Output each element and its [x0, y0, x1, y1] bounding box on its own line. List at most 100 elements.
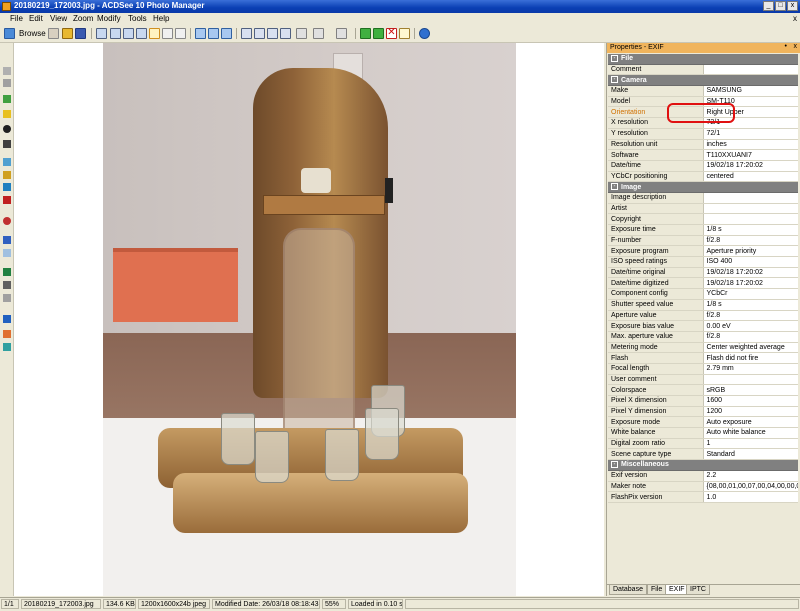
property-value[interactable]: 2.79 mm	[703, 363, 798, 375]
tool-brush-icon[interactable]	[3, 330, 11, 338]
property-value[interactable]: YCbCr	[703, 288, 798, 300]
property-row[interactable]: Metering mode Center weighted average	[608, 342, 798, 354]
property-value[interactable]: 1600	[703, 395, 798, 407]
property-row[interactable]: Date/time original 19/02/18 17:20:02	[608, 267, 798, 279]
collapse-icon[interactable]: -	[611, 461, 618, 469]
property-value[interactable]: 1/8 s	[703, 224, 798, 236]
property-row[interactable]: Copyright	[608, 213, 798, 225]
tool-resize-icon[interactable]	[3, 268, 11, 276]
property-row[interactable]: Max. aperture value f/2.8	[608, 331, 798, 343]
property-row[interactable]: Component config YCbCr	[608, 288, 798, 300]
pin-icon[interactable]: •	[785, 43, 787, 50]
section-header-miscellaneous[interactable]: - Miscellaneous	[608, 459, 798, 471]
section-header-cell[interactable]: - Image	[608, 181, 798, 193]
property-value[interactable]: ISO 400	[703, 256, 798, 268]
property-row[interactable]: Flash Flash did not fire	[608, 352, 798, 364]
filmstrip-icon[interactable]	[110, 28, 121, 39]
close-window-button[interactable]: x	[787, 1, 798, 11]
tool-eye-icon[interactable]	[3, 217, 11, 225]
property-value[interactable]: f/2.8	[703, 331, 798, 343]
go-forward-icon[interactable]	[373, 28, 384, 39]
maximize-button[interactable]: □	[775, 1, 786, 11]
tool-misc-icon[interactable]	[3, 343, 11, 351]
zoom-menu-icon[interactable]	[280, 28, 291, 39]
menu-close-button[interactable]: x	[793, 14, 797, 23]
tab-iptc[interactable]: IPTC	[686, 585, 710, 595]
rotate-right-icon[interactable]	[208, 28, 219, 39]
property-value[interactable]: sRGB	[703, 384, 798, 396]
flip-icon[interactable]	[221, 28, 232, 39]
menu-zoom[interactable]: Zoom	[73, 14, 93, 23]
section-header-cell[interactable]: - File	[608, 54, 798, 65]
property-row[interactable]: Comment	[608, 64, 798, 76]
property-value[interactable]: 19/02/18 17:20:02	[703, 267, 798, 279]
zoom-in-icon[interactable]	[241, 28, 252, 39]
help-icon[interactable]	[419, 28, 430, 39]
property-value[interactable]: Standard	[703, 448, 798, 461]
property-value[interactable]	[703, 64, 798, 76]
property-value[interactable]: Center weighted average	[703, 342, 798, 354]
tool-light-icon[interactable]	[3, 110, 11, 118]
tool-color-icon[interactable]	[3, 95, 11, 103]
collapse-icon[interactable]: -	[611, 55, 618, 62]
tool-contrast-icon[interactable]	[3, 125, 11, 133]
tool-crop-icon[interactable]	[3, 281, 11, 289]
property-value[interactable]: inches	[703, 139, 798, 151]
property-row[interactable]: FlashPix version 1.0	[608, 491, 798, 503]
property-value[interactable]	[703, 213, 798, 225]
menu-tools[interactable]: Tools	[128, 14, 147, 23]
property-value[interactable]: centered	[703, 171, 798, 183]
collapse-icon[interactable]: -	[611, 76, 618, 84]
property-value[interactable]: 1/8 s	[703, 299, 798, 311]
property-row[interactable]: Focal length 2.79 mm	[608, 363, 798, 375]
property-value[interactable]: {08,00,01,00,07,00,04,00,00,00,30,31...	[703, 481, 798, 493]
full-screen-icon[interactable]	[136, 28, 147, 39]
property-value[interactable]: 1200	[703, 406, 798, 418]
property-row[interactable]: Exposure bias value 0.00 eV	[608, 320, 798, 332]
property-value[interactable]: Auto exposure	[703, 416, 798, 429]
property-row[interactable]: Exposure mode Auto exposure	[608, 416, 798, 429]
property-value[interactable]: f/2.8	[703, 310, 798, 322]
settings-icon[interactable]	[336, 28, 347, 39]
section-header-cell[interactable]: - Camera	[608, 74, 798, 87]
property-value[interactable]: f/2.8	[703, 235, 798, 247]
property-row[interactable]: Y resolution 72/1	[608, 128, 798, 140]
property-value[interactable]	[703, 203, 798, 215]
property-row[interactable]: Exposure program Aperture priority	[608, 245, 798, 258]
property-value[interactable]: 19/02/18 17:20:02	[703, 277, 798, 290]
property-value[interactable]: 1	[703, 438, 798, 450]
zoom-out-icon[interactable]	[254, 28, 265, 39]
menu-edit[interactable]: Edit	[29, 14, 43, 23]
property-row[interactable]: Digital zoom ratio 1	[608, 438, 798, 450]
property-value[interactable]: 2.2	[703, 470, 798, 482]
tool-redeye-icon[interactable]	[3, 140, 11, 148]
browse-icon[interactable]	[4, 28, 15, 39]
tool-batch-icon[interactable]	[3, 79, 11, 87]
property-value[interactable]: SAMSUNG	[703, 85, 798, 97]
section-header-camera[interactable]: - Camera	[608, 74, 798, 87]
property-value[interactable]: 19/02/18 17:20:02	[703, 160, 798, 172]
tool-levels-icon[interactable]	[3, 171, 11, 179]
menu-view[interactable]: View	[50, 14, 67, 23]
property-value[interactable]	[703, 374, 798, 386]
collapse-icon[interactable]: -	[611, 183, 618, 191]
previous-icon[interactable]	[48, 28, 59, 39]
tab-database[interactable]: Database	[609, 585, 647, 595]
minimize-button[interactable]: _	[763, 1, 774, 11]
view-mode-icon[interactable]	[96, 28, 107, 39]
property-row[interactable]: White balance Auto white balance	[608, 427, 798, 439]
delete-icon[interactable]: ✕	[386, 28, 397, 39]
property-value[interactable]: 72/1	[703, 128, 798, 140]
property-row[interactable]: Make SAMSUNG	[608, 85, 798, 97]
tool-text-blue-icon[interactable]	[3, 236, 11, 244]
property-row[interactable]: User comment	[608, 374, 798, 386]
property-row[interactable]: Date/time digitized 19/02/18 17:20:02	[608, 277, 798, 290]
rotate-left-icon[interactable]	[195, 28, 206, 39]
tool-frame-icon[interactable]	[3, 249, 11, 257]
tool-effects-icon[interactable]	[3, 196, 11, 204]
property-row[interactable]: Scene capture type Standard	[608, 448, 798, 461]
tool-handle-icon[interactable]	[3, 67, 11, 75]
property-row[interactable]: Shutter speed value 1/8 s	[608, 299, 798, 311]
property-value[interactable]	[703, 192, 798, 204]
property-row[interactable]: Exif version 2.2	[608, 470, 798, 482]
